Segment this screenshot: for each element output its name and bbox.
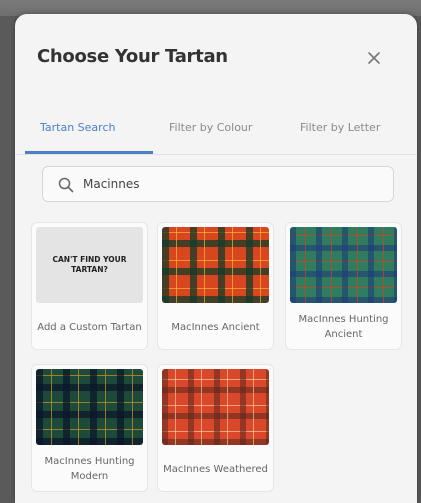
tartan-card-name: MacInnes Hunting Modern <box>44 456 135 482</box>
search-icon <box>58 177 74 193</box>
tartan-card-macinnes-ancient[interactable]: MacInnes Ancient <box>157 222 274 350</box>
tab-bar: Tartan Search Filter by Colour Filter by… <box>15 104 417 155</box>
close-button[interactable] <box>360 44 388 72</box>
active-tab-indicator <box>25 151 153 154</box>
tartan-card-name: MacInnes Ancient <box>171 321 260 333</box>
tab-filter-by-letter[interactable]: Filter by Letter <box>300 104 380 152</box>
search-box <box>42 166 394 202</box>
tartan-card-name: Add a Custom Tartan <box>37 321 142 333</box>
tartan-card-name: MacInnes Weathered <box>163 463 268 475</box>
tartan-card-macinnes-hunting-modern[interactable]: MacInnes Hunting Modern <box>31 364 148 492</box>
custom-tartan-placeholder: CAN'T FIND YOUR TARTAN? <box>36 227 143 303</box>
tab-filter-by-colour[interactable]: Filter by Colour <box>169 104 252 152</box>
tartan-swatch <box>36 369 143 445</box>
tartan-card-macinnes-weathered[interactable]: MacInnes Weathered <box>157 364 274 492</box>
modal-header: Choose Your Tartan <box>15 14 417 98</box>
tartan-swatch <box>162 227 269 303</box>
tartan-card-name: MacInnes Hunting Ancient <box>298 314 389 340</box>
tartan-modal: Choose Your Tartan Tartan Search Filter … <box>15 14 417 503</box>
tartan-card-custom[interactable]: CAN'T FIND YOUR TARTAN? Add a Custom Tar… <box>31 222 148 350</box>
tartan-swatch <box>162 369 269 445</box>
tartan-swatch <box>290 227 397 303</box>
tab-tartan-search[interactable]: Tartan Search <box>40 104 115 152</box>
modal-title: Choose Your Tartan <box>37 46 228 67</box>
search-input[interactable] <box>83 167 383 201</box>
tartan-card-macinnes-hunting-ancient[interactable]: MacInnes Hunting Ancient <box>285 222 402 350</box>
close-icon <box>368 52 380 64</box>
